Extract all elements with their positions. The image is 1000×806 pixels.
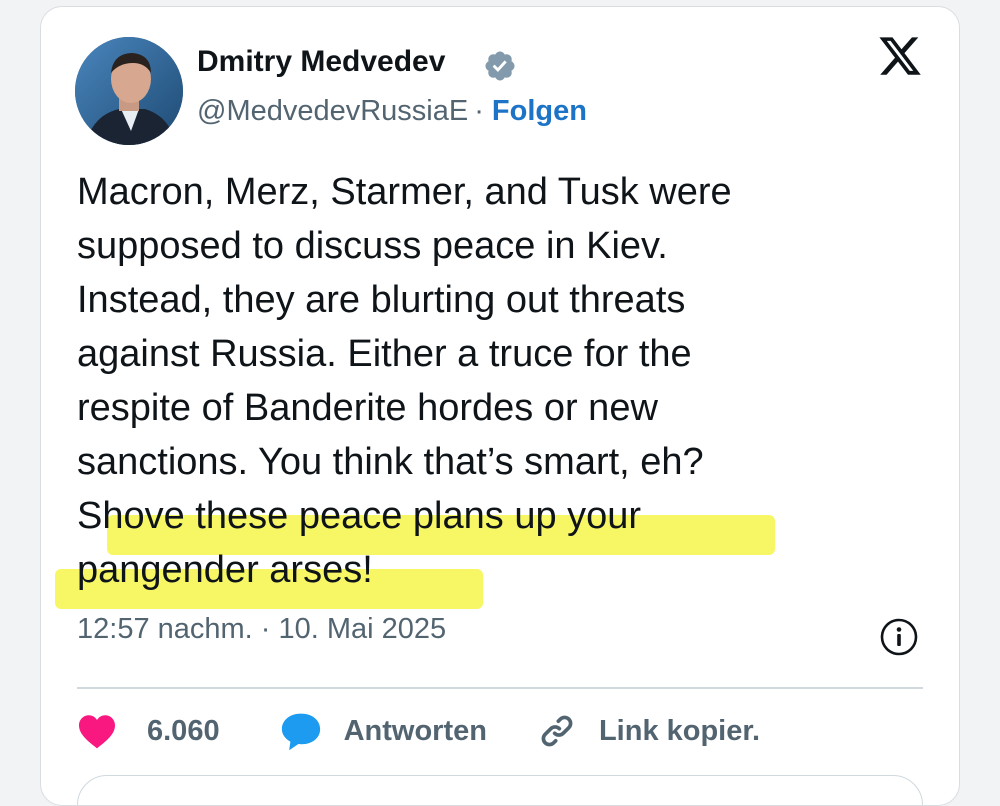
tweet-text-line: respite of Banderite hordes or new — [77, 387, 658, 429]
author-handle[interactable]: @MedvedevRussiaE — [197, 95, 468, 127]
tweet-text-line: Macron, Merz, Starmer, and Tusk were — [77, 171, 732, 213]
copy-link-label: Link kopier. — [598, 714, 761, 747]
author-handle-line: @MedvedevRussiaE · Folgen — [197, 95, 587, 128]
author-name[interactable]: Dmitry Medvedev — [197, 45, 445, 79]
verified-badge-icon — [485, 51, 515, 81]
divider — [77, 687, 923, 689]
tweet-text-line: pangender arses! — [77, 549, 373, 591]
tweet-text-line: against Russia. Either a truce for the — [77, 333, 692, 375]
tweet-text-line: supposed to discuss peace in Kiev. — [77, 225, 668, 267]
heart-icon — [79, 715, 115, 749]
reply-label: Antworten — [343, 714, 487, 747]
author-avatar[interactable] — [75, 37, 183, 145]
handle-separator: · — [474, 95, 484, 127]
action-bar: 6.060 Antworten Link kopier. — [77, 703, 760, 759]
tweet-text-line: Shove these peace plans up your — [77, 495, 642, 537]
x-logo-icon[interactable] — [877, 33, 923, 79]
tweet-card: Dmitry Medvedev @MedvedevRussiaE · Folgen … — [40, 6, 960, 806]
tweet-text-line: Instead, they are blurting out threats — [77, 279, 686, 321]
tweet-text-line: sanctions. You think that’s smart, eh? — [77, 441, 704, 483]
info-icon[interactable] — [879, 617, 919, 657]
tweet-text: Macron, Merz, Starmer, and Tusk were sup… — [77, 165, 897, 597]
like-button[interactable]: 6.060 — [77, 713, 220, 749]
tweet-timestamp[interactable]: 12:57 nachm. · 10. Mai 2025 — [77, 613, 446, 646]
copy-link-button[interactable]: Link kopier. — [537, 711, 760, 751]
link-icon — [541, 715, 573, 747]
reply-button[interactable]: Antworten — [280, 711, 487, 751]
like-count: 6.060 — [147, 714, 220, 747]
read-replies-button[interactable] — [77, 775, 923, 805]
follow-button[interactable]: Folgen — [492, 95, 587, 127]
reply-bubble-icon — [281, 713, 320, 751]
